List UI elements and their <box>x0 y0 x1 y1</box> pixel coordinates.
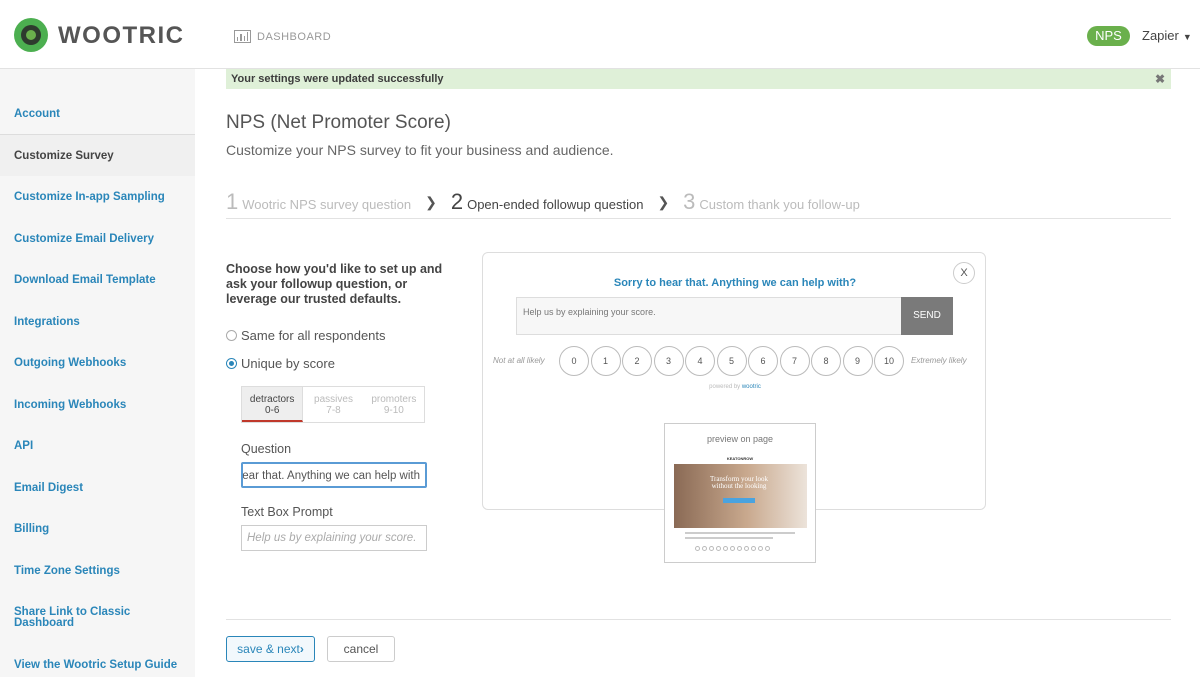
powered-brand: wootric <box>741 384 761 390</box>
segment-detractors[interactable]: detractors 0-6 <box>242 387 304 422</box>
score-button-9[interactable]: 9 <box>842 346 873 376</box>
page-preview-thumbnail[interactable]: preview on page KEATONROW Transform your… <box>664 423 816 563</box>
scale-low-label: Not at all likely <box>493 356 545 365</box>
page-title: NPS (Net Promoter Score) <box>226 112 451 133</box>
account-menu[interactable]: Zapier ▼ <box>1142 28 1192 43</box>
caret-down-icon: ▼ <box>1182 32 1192 42</box>
thumbnail-headline: Transform your look without the looking <box>709 475 769 490</box>
thumbnail-score-dots <box>695 546 770 551</box>
step-indicator: 1 Wootric NPS survey question ❯ 2 Open-e… <box>226 187 860 217</box>
radio-label: Unique by score <box>241 356 335 371</box>
radio-same-for-all[interactable]: Same for all respondents <box>226 328 386 343</box>
thumbnail-brand: KEATONROW <box>726 456 754 461</box>
sidebar-item-download-email-template[interactable]: Download Email Template <box>0 274 195 286</box>
segment-label: passives <box>314 394 353 405</box>
bar-chart-icon <box>234 30 251 43</box>
nps-badge[interactable]: NPS <box>1087 26 1130 46</box>
sidebar-item-time-zone-settings[interactable]: Time Zone Settings <box>0 565 195 577</box>
powered-by: powered by wootric <box>483 384 987 390</box>
step-3[interactable]: 3 Custom thank you follow-up <box>683 189 860 215</box>
score-button-1[interactable]: 1 <box>590 346 621 376</box>
score-button-4[interactable]: 4 <box>685 346 715 376</box>
dashboard-link[interactable]: DASHBOARD <box>234 30 331 43</box>
segment-range: 9-10 <box>383 405 404 416</box>
text-box-prompt-input[interactable]: Help us by explaining your score. <box>241 525 427 551</box>
sidebar-item-email-digest[interactable]: Email Digest <box>0 482 195 494</box>
sidebar-item-integrations[interactable]: Integrations <box>0 316 195 328</box>
divider <box>226 218 1171 219</box>
segment-label: detractors <box>249 394 295 405</box>
powered-prefix: powered by <box>709 384 741 390</box>
form-intro: Choose how you'd like to set up and ask … <box>226 262 443 306</box>
chevron-right-icon: ❯ <box>657 193 670 210</box>
preview-feedback-input[interactable]: Help us by explaining your score. <box>516 297 902 335</box>
score-button-8[interactable]: 8 <box>811 346 841 376</box>
score-segment-control: detractors 0-6 passives 7-8 promoters 9-… <box>241 386 425 423</box>
score-button-0[interactable]: 0 <box>559 346 589 376</box>
score-button-10[interactable]: 10 <box>874 346 904 376</box>
close-icon[interactable]: ✖ <box>1155 69 1165 89</box>
sidebar-item-incoming-webhooks[interactable]: Incoming Webhooks <box>0 399 195 411</box>
score-button-3[interactable]: 3 <box>653 346 684 376</box>
thumbnail-hero-image: Transform your look without the looking <box>674 464 807 528</box>
thumbnail-hero-button <box>723 498 755 503</box>
sidebar-item-customize-email-delivery[interactable]: Customize Email Delivery <box>0 233 195 245</box>
step-number: 2 <box>450 189 464 214</box>
dashboard-label: DASHBOARD <box>257 30 332 43</box>
step-label: Open-ended followup question <box>467 197 644 212</box>
radio-unique-by-score[interactable]: Unique by score <box>226 356 335 371</box>
chevron-right-icon: › <box>299 642 304 656</box>
score-scale: 0 1 2 3 4 5 6 7 8 9 10 <box>559 346 904 376</box>
success-alert: Your settings were updated successfully … <box>226 69 1171 89</box>
sidebar-item-customize-in-app-sampling[interactable]: Customize In-app Sampling <box>0 191 195 203</box>
account-name: Zapier <box>1142 28 1179 43</box>
question-input[interactable]: Sorry to hear that. Anything we can help… <box>241 462 427 488</box>
step-label: Wootric NPS survey question <box>242 197 412 212</box>
sidebar-item-customize-survey[interactable]: Customize Survey <box>0 134 195 176</box>
segment-range: 0-6 <box>264 405 280 416</box>
top-bar: WOOTRIC DASHBOARD NPS Zapier ▼ <box>0 0 1200 69</box>
score-button-2[interactable]: 2 <box>622 346 652 376</box>
scale-high-label: Extremely likely <box>911 356 967 365</box>
score-button-5[interactable]: 5 <box>716 346 747 376</box>
thumbnail-title: preview on page <box>706 434 774 444</box>
cancel-button[interactable]: cancel <box>327 636 395 662</box>
step-number: 3 <box>683 189 696 214</box>
chevron-right-icon: ❯ <box>425 193 437 210</box>
text-box-prompt-label: Text Box Prompt <box>241 505 333 519</box>
score-button-7[interactable]: 7 <box>779 346 810 376</box>
segment-range: 7-8 <box>326 405 341 416</box>
question-label: Question <box>241 442 292 456</box>
segment-label: promoters <box>371 394 417 405</box>
sidebar-item-setup-guide[interactable]: View the Wootric Setup Guide <box>0 659 195 671</box>
thumbnail-text-lines <box>685 532 795 542</box>
sidebar-item-account[interactable]: Account <box>0 108 195 120</box>
wootric-logo-icon[interactable] <box>14 18 48 52</box>
radio-button[interactable] <box>226 330 237 341</box>
sidebar-item-billing[interactable]: Billing <box>0 523 195 535</box>
save-label: save & next <box>237 642 300 656</box>
segment-promoters[interactable]: promoters 9-10 <box>364 387 424 422</box>
step-number: 1 <box>226 189 239 214</box>
radio-button-selected[interactable] <box>226 358 237 369</box>
score-button-6[interactable]: 6 <box>748 346 778 376</box>
alert-message: Your settings were updated successfully <box>231 73 444 85</box>
segment-passives[interactable]: passives 7-8 <box>303 387 363 422</box>
step-label: Custom thank you follow-up <box>699 197 860 212</box>
save-and-next-button[interactable]: save & next› <box>226 636 315 662</box>
sidebar-item-api[interactable]: API <box>0 440 195 452</box>
brand-name[interactable]: WOOTRIC <box>58 22 184 50</box>
sidebar: Account Customize Survey Customize In-ap… <box>0 69 195 677</box>
page-subtitle: Customize your NPS survey to fit your bu… <box>226 142 614 158</box>
preview-send-button[interactable]: SEND <box>901 297 953 335</box>
radio-label: Same for all respondents <box>241 328 386 343</box>
preview-question: Sorry to hear that. Anything we can help… <box>613 277 857 289</box>
divider <box>226 619 1171 620</box>
sidebar-item-outgoing-webhooks[interactable]: Outgoing Webhooks <box>0 357 195 369</box>
step-2[interactable]: 2 Open-ended followup question <box>451 189 644 215</box>
step-1[interactable]: 1 Wootric NPS survey question <box>226 189 411 215</box>
sidebar-item-share-link[interactable]: Share Link to Classic Dashboard <box>0 606 150 629</box>
